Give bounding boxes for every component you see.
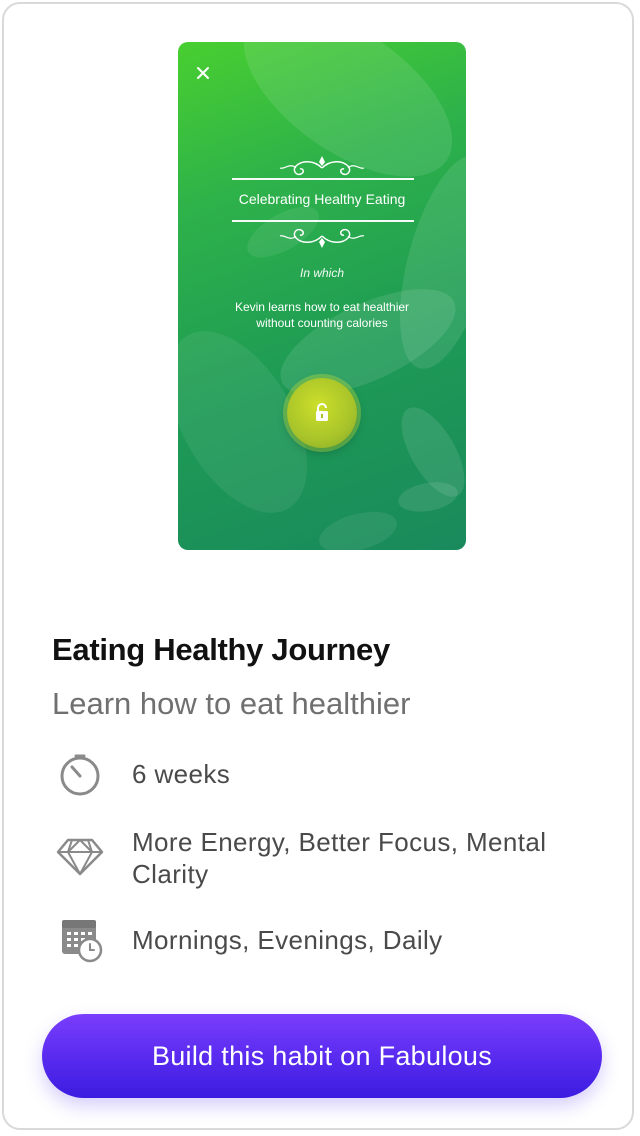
detail-text: 6 weeks: [132, 759, 231, 789]
story-intro: In which: [299, 266, 345, 280]
journey-subtitle: Learn how to eat healthier: [52, 686, 411, 721]
build-habit-button[interactable]: Build this habit on Fabulous: [42, 1014, 602, 1098]
journey-preview: Celebrating Healthy Eating In which Kevi…: [178, 42, 466, 550]
title-rule-top: [232, 178, 414, 180]
habit-card: Celebrating Healthy Eating In which Kevi…: [2, 2, 634, 1130]
lock-icon: [316, 403, 328, 421]
close-icon[interactable]: [194, 64, 212, 82]
journey-title: Eating Healthy Journey: [52, 632, 390, 667]
leaf-background: [178, 42, 466, 550]
story-title: Celebrating Healthy Eating: [238, 191, 406, 207]
ornament-top: [279, 156, 365, 176]
calendar-clock-icon: [62, 920, 103, 963]
detail-text: More Energy, Better Focus, Mental Clarit…: [132, 827, 547, 889]
story-description: Kevin learns how to eat healthier withou…: [234, 300, 410, 330]
detail-text: Mornings, Evenings, Daily: [132, 925, 443, 955]
unlock-button[interactable]: [287, 378, 357, 448]
timer-icon: [60, 754, 100, 796]
ornament-bottom: [279, 228, 365, 248]
diamond-icon: [56, 838, 104, 876]
